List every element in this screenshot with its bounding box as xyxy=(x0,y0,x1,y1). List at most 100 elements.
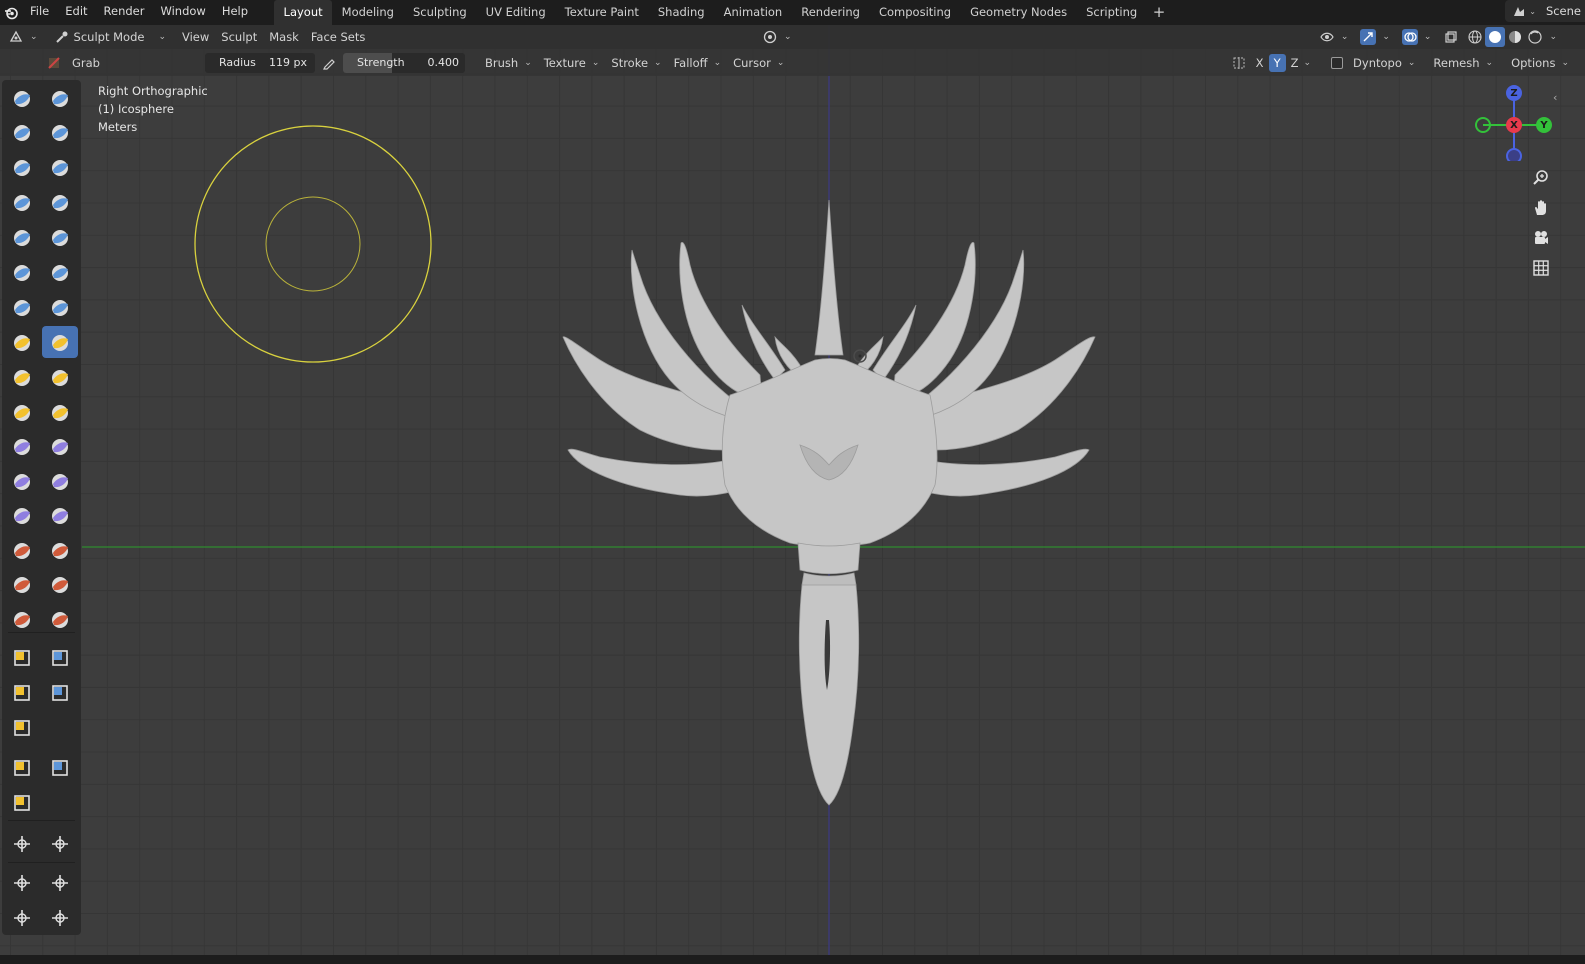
stroke-dropdown[interactable]: Stroke ⌄ xyxy=(605,53,667,73)
visibility-button[interactable]: ⌄ xyxy=(1313,27,1355,47)
box-face-set-icon[interactable] xyxy=(4,677,40,709)
gizmo-y-axis[interactable]: Y xyxy=(1536,117,1552,133)
menu-mask[interactable]: Mask xyxy=(263,27,305,47)
menu-face-sets[interactable]: Face Sets xyxy=(305,27,372,47)
clay-strips-brush-icon[interactable] xyxy=(42,116,78,148)
flatten-brush-icon[interactable] xyxy=(4,256,40,288)
zoom-icon[interactable] xyxy=(1528,165,1554,191)
add-workspace-button[interactable]: + xyxy=(1147,0,1172,25)
strength-field[interactable]: Strength 0.400 xyxy=(343,52,465,73)
shading-wireframe-button[interactable] xyxy=(1465,27,1485,47)
menu-sculpt[interactable]: Sculpt xyxy=(215,27,263,47)
scrape-brush-icon[interactable] xyxy=(4,291,40,323)
navigation-gizmo[interactable]: Z X Y xyxy=(1475,81,1555,161)
box-hide-icon[interactable] xyxy=(42,642,78,674)
tab-uv-editing[interactable]: UV Editing xyxy=(476,0,555,25)
shading-solid-button[interactable] xyxy=(1485,27,1506,47)
boundary-brush-icon[interactable] xyxy=(42,465,78,497)
gizmo-x-axis[interactable]: X xyxy=(1506,117,1522,133)
box-mask-icon[interactable] xyxy=(4,642,40,674)
editor-type-button[interactable]: ⌄ xyxy=(0,27,44,47)
pose-brush-icon[interactable] xyxy=(42,396,78,428)
tab-geometry-nodes[interactable]: Geometry Nodes xyxy=(961,0,1077,25)
pressure-radius-toggle[interactable] xyxy=(315,53,343,73)
clay-thumb-brush-icon[interactable] xyxy=(4,151,40,183)
xray-toggle-button[interactable] xyxy=(1437,27,1465,47)
scale-tool-icon[interactable] xyxy=(4,902,40,934)
simplify-brush-icon[interactable] xyxy=(42,499,78,531)
collapse-sidebar-arrow[interactable]: ‹ xyxy=(1553,91,1557,104)
menu-window[interactable]: Window xyxy=(152,0,213,25)
chevron-down-icon[interactable]: ⌄ xyxy=(1303,58,1311,68)
mode-selector[interactable]: Sculpt Mode ⌄ xyxy=(48,27,172,47)
menu-help[interactable]: Help xyxy=(214,0,256,25)
crease-brush-icon[interactable] xyxy=(4,221,40,253)
overlays-toggle-button[interactable]: ⌄ xyxy=(1396,27,1438,47)
draw-face-sets-brush-icon[interactable] xyxy=(42,534,78,566)
camera-icon[interactable] xyxy=(1528,225,1554,251)
pan-hand-icon[interactable] xyxy=(1528,195,1554,221)
brush-dropdown[interactable]: Brush ⌄ xyxy=(479,53,538,73)
gizmo-toggle-button[interactable]: ⌄ xyxy=(1354,27,1396,47)
move-tool-icon[interactable] xyxy=(4,867,40,899)
fill-brush-icon[interactable] xyxy=(42,256,78,288)
tab-layout[interactable]: Layout xyxy=(274,0,333,25)
scene-selector[interactable]: ⌄ Scene xyxy=(1505,0,1585,22)
texture-dropdown[interactable]: Texture ⌄ xyxy=(538,53,606,73)
tab-modeling[interactable]: Modeling xyxy=(332,0,403,25)
layer-brush-icon[interactable] xyxy=(42,151,78,183)
gizmo-z-axis[interactable]: Z xyxy=(1506,85,1522,101)
multiplane-scrape-brush-icon[interactable] xyxy=(42,291,78,323)
symmetry-z-toggle[interactable]: Z xyxy=(1286,53,1304,73)
rotate-tool-icon[interactable] xyxy=(42,867,78,899)
menu-render[interactable]: Render xyxy=(96,0,153,25)
tab-shading[interactable]: Shading xyxy=(648,0,714,25)
box-trim-icon[interactable] xyxy=(42,677,78,709)
3d-viewport[interactable]: Right Orthographic (1) Icosphere Meters … xyxy=(0,25,1585,955)
remesh-dropdown[interactable]: Remesh ⌄ xyxy=(1427,53,1499,73)
tab-texture-paint[interactable]: Texture Paint xyxy=(555,0,648,25)
symmetry-lock-button[interactable] xyxy=(1227,53,1251,73)
elastic-deform-brush-icon[interactable] xyxy=(4,361,40,393)
symmetry-x-toggle[interactable]: X xyxy=(1251,53,1269,73)
smooth-brush-icon[interactable] xyxy=(42,221,78,253)
falloff-dropdown[interactable]: Falloff ⌄ xyxy=(668,53,728,73)
brush-selector[interactable]: Grab xyxy=(40,53,192,73)
line-project-icon[interactable] xyxy=(4,712,40,744)
smear-brush-icon[interactable] xyxy=(42,603,78,635)
mask-by-color-icon[interactable] xyxy=(42,828,78,860)
clay-brush-icon[interactable] xyxy=(4,116,40,148)
paint-brush-icon[interactable] xyxy=(4,603,40,635)
pinch-brush-icon[interactable] xyxy=(4,326,40,358)
draw-sharp-brush-icon[interactable] xyxy=(42,82,78,114)
draw-brush-icon[interactable] xyxy=(4,82,40,114)
transform-tool-icon[interactable] xyxy=(42,902,78,934)
cloth-brush-icon[interactable] xyxy=(4,499,40,531)
symmetry-y-toggle[interactable]: Y xyxy=(1268,53,1286,72)
dyntopo-toggle[interactable]: Dyntopo ⌄ xyxy=(1325,53,1421,73)
multires-displacement-smear-icon[interactable] xyxy=(42,568,78,600)
dyntopo-checkbox[interactable] xyxy=(1331,56,1344,69)
mesh-filter-icon[interactable] xyxy=(4,752,40,784)
menu-view[interactable]: View xyxy=(176,27,215,47)
blob-brush-icon[interactable] xyxy=(42,186,78,218)
tab-compositing[interactable]: Compositing xyxy=(869,0,960,25)
edit-face-set-icon[interactable] xyxy=(4,828,40,860)
ortho-grid-icon[interactable] xyxy=(1528,255,1554,281)
slide-relax-brush-icon[interactable] xyxy=(4,465,40,497)
tab-scripting[interactable]: Scripting xyxy=(1077,0,1147,25)
options-dropdown[interactable]: Options ⌄ xyxy=(1505,53,1575,73)
grab-brush-icon[interactable] xyxy=(42,326,78,358)
shading-material-button[interactable] xyxy=(1505,27,1525,47)
cloth-filter-icon[interactable] xyxy=(42,752,78,784)
thumb-brush-icon[interactable] xyxy=(4,396,40,428)
nudge-brush-icon[interactable] xyxy=(4,430,40,462)
tab-sculpting[interactable]: Sculpting xyxy=(403,0,476,25)
snake-hook-brush-icon[interactable] xyxy=(42,361,78,393)
menu-edit[interactable]: Edit xyxy=(57,0,95,25)
blender-logo-icon[interactable] xyxy=(0,0,22,25)
tab-animation[interactable]: Animation xyxy=(714,0,792,25)
multires-displacement-eraser-icon[interactable] xyxy=(4,568,40,600)
transform-pivot-button[interactable]: ⌄ xyxy=(756,27,798,47)
inflate-brush-icon[interactable] xyxy=(4,186,40,218)
